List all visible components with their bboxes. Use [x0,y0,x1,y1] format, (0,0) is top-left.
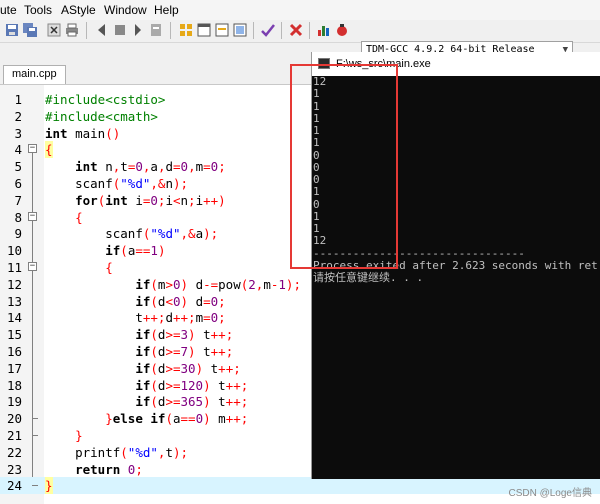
line-number: 3 [14,125,22,141]
toolbar-separator [170,22,171,39]
grid-icon[interactable] [178,22,194,38]
code-text: #include<cmath> [45,108,158,124]
code-text: #include<cstdio> [45,92,166,107]
line-number: 9 [14,226,22,242]
save-all-icon[interactable] [22,22,38,38]
code-text: int main() [45,125,121,141]
line-number: 6 [14,176,22,191]
line-number: 13 [6,293,22,309]
line-number: 7 [14,192,22,208]
delete-icon[interactable] [288,22,304,38]
line-number: 23 [6,461,22,477]
line-number: 21 [6,428,22,443]
code-text: if(d>=30) t++; [135,360,241,376]
fold-toggle-icon[interactable]: − [28,262,37,271]
code-text: scanf("%d",&a); [105,226,219,242]
toolbar-separator [253,22,254,39]
code-text: }else if(a==0) m++; [105,411,249,427]
tile-icon[interactable] [232,22,248,38]
tab-main-cpp[interactable]: main.cpp [3,65,66,84]
code-text: return 0; [75,461,143,477]
debug-icon[interactable] [334,22,350,38]
line-number: 20 [6,411,22,427]
line-number: 8 [14,209,22,225]
line-number: 10 [6,243,22,259]
line-number: 1 [14,92,22,107]
menu-execute[interactable]: ute [0,3,17,17]
toolbar-separator [309,22,310,39]
console-line: 请按任意键继续. . . [313,271,424,284]
fold-end-marker [32,485,38,487]
line-number: 22 [6,444,22,460]
code-text: int n,t=0,a,d=0,m=0; [75,159,226,175]
code-text: t++;d++;m=0; [135,310,226,326]
forward-icon[interactable] [112,22,128,38]
line-number: 12 [6,276,22,292]
toolbar: TDM-GCC 4.9.2 64-bit Release ▼ [0,20,600,59]
menu-window[interactable]: Window [104,3,147,17]
code-text: if(d<0) d=0; [135,293,226,309]
code-text: if(d>=120) t++; [135,377,249,393]
line-number: 14 [6,310,22,326]
code-text: if(d>=365) t++; [135,394,249,410]
code-text: if(m>0) d-=pow(2,m-1); [135,276,301,292]
code-text: if(d>=7) t++; [135,344,234,359]
check-icon[interactable] [260,22,276,38]
code-text: { [75,209,83,225]
window-alt-icon[interactable] [214,22,230,38]
code-text: printf("%d",t); [75,444,189,460]
code-text: } [75,428,83,443]
fold-toggle-icon[interactable]: − [28,144,37,154]
line-number: 16 [6,344,22,359]
save-icon[interactable] [4,22,20,38]
fold-toggle-icon[interactable]: − [28,211,37,221]
toolbar-separator [281,22,282,39]
code-text: for(int i=0;i<n;i++) [75,192,226,208]
close-icon[interactable] [46,22,62,38]
watermark: CSDN @Loge信典 [508,488,592,499]
toggle-bookmark-icon[interactable] [130,22,146,38]
line-number: 11 [6,260,22,275]
goto-bookmark-icon[interactable] [148,22,164,38]
menu-astyle[interactable]: AStyle [61,3,96,17]
code-text: } [45,477,53,495]
line-number: 17 [6,360,22,376]
line-number: 2 [14,108,22,124]
line-number: 5 [14,159,22,175]
window-icon[interactable] [196,22,212,38]
line-number: 18 [6,377,22,393]
back-icon[interactable] [94,22,110,38]
highlight-box [290,64,398,269]
menu-bar: ute Tools AStyle Window Help [0,0,600,20]
code-text: if(a==1) [105,243,166,259]
fold-end-marker [32,435,38,436]
line-number: 19 [6,394,22,410]
fold-end-marker [32,418,38,420]
menu-tools[interactable]: Tools [24,3,52,17]
print-icon[interactable] [64,22,80,38]
code-text: { [105,260,113,275]
chart-icon[interactable] [316,22,332,38]
toolbar-separator [86,22,87,39]
line-number: 24 [6,478,22,494]
line-number: 4 [14,142,22,158]
code-text: { [45,141,53,159]
code-text: scanf("%d",&n); [75,176,189,191]
menu-help[interactable]: Help [154,3,179,17]
code-text: if(d>=3) t++; [135,327,234,343]
line-number: 15 [6,327,22,343]
